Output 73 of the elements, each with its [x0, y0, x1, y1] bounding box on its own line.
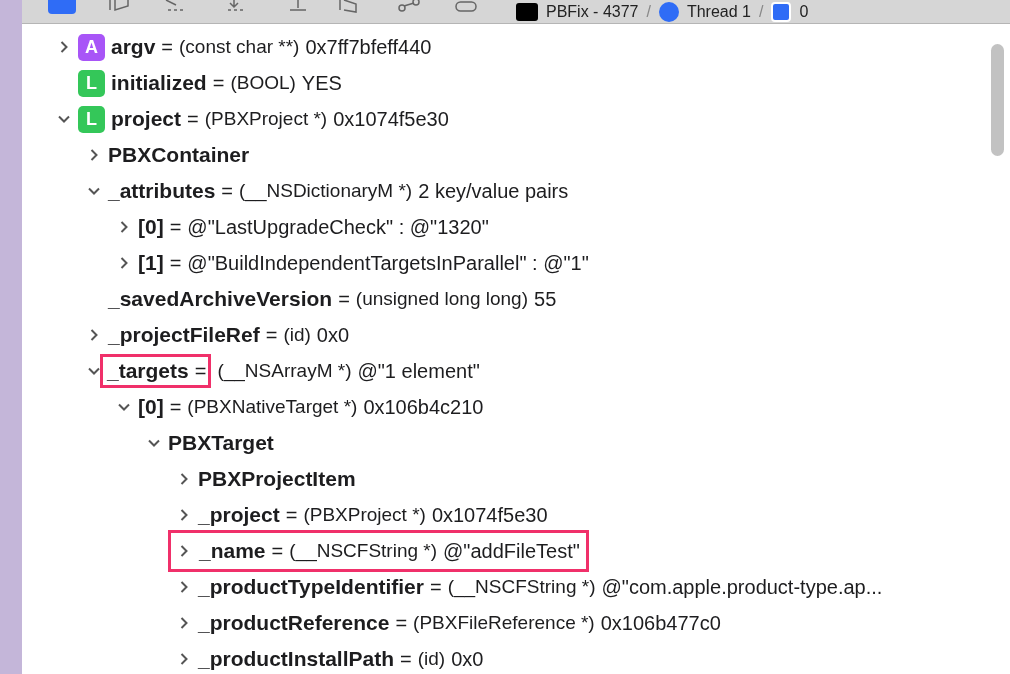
- variable-name: _projectFileRef: [108, 322, 260, 349]
- variable-name: project: [111, 106, 181, 133]
- frame-number[interactable]: 0: [799, 1, 809, 22]
- equals-sign: =: [265, 323, 278, 348]
- variable-name: [1]: [138, 250, 164, 277]
- scheme-icon: [516, 2, 538, 21]
- variable-name: PBXProjectItem: [198, 466, 356, 493]
- frame-icon: [771, 1, 792, 22]
- variable-name: _productTypeIdentifier: [198, 574, 424, 601]
- variable-kind-badge: L: [78, 69, 105, 97]
- equals-sign: =: [194, 359, 207, 384]
- equals-sign: =: [212, 71, 225, 96]
- variable-name: _productInstallPath: [198, 646, 395, 673]
- variable-value: 0x0: [316, 323, 350, 348]
- variable-kind-badge: L: [78, 105, 105, 133]
- scrollbar-thumb[interactable]: [990, 44, 1004, 156]
- variable-type: (PBXFileReference *): [413, 610, 595, 635]
- variable-value: YES: [301, 71, 342, 96]
- thread-name[interactable]: Thread 1: [686, 1, 751, 22]
- variable-value: @"BuildIndependentTargetsInParallel" : @"1": [187, 251, 589, 276]
- equals-sign: =: [395, 611, 408, 636]
- variable-name: PBXTarget: [168, 430, 274, 457]
- path-separator: /: [646, 1, 651, 22]
- variable-type: (BOOL): [230, 70, 296, 95]
- variable-type: (__NSCFString *): [447, 574, 596, 600]
- equals-sign: =: [271, 539, 284, 564]
- variable-type: (__NSCFString *): [289, 538, 438, 564]
- equals-sign: =: [187, 107, 199, 132]
- variable-name: initialized: [111, 70, 207, 97]
- thread-icon: [658, 1, 679, 22]
- variable-name: [0]: [138, 394, 164, 421]
- equals-sign: =: [285, 503, 298, 528]
- variable-value: 2 key/value pairs: [418, 179, 569, 204]
- variable-value: @"1 element": [357, 359, 480, 384]
- variable-value: 0x1074f5e30: [431, 503, 548, 528]
- variable-value: 0x7ff7bfeff440: [305, 35, 432, 60]
- process-name[interactable]: PBFix - 4377: [546, 1, 639, 22]
- variable-type: (__NSDictionaryM *): [239, 178, 413, 204]
- equals-sign: =: [161, 35, 174, 60]
- variable-type: (id): [417, 646, 446, 671]
- variable-name: argv: [111, 34, 156, 61]
- equals-sign: =: [400, 647, 412, 672]
- equals-sign: =: [169, 395, 182, 420]
- variable-name: _productReference: [198, 610, 390, 637]
- equals-sign: =: [338, 287, 350, 312]
- variable-value: 0x106b477c0: [600, 611, 721, 636]
- variable-name: [0]: [138, 214, 164, 241]
- variable-kind-badge: A: [78, 33, 105, 61]
- path-separator: /: [759, 1, 764, 22]
- variable-name: _name: [199, 538, 266, 565]
- variable-name: _savedArchiveVersion: [108, 286, 333, 313]
- variable-type: (__NSArrayM *): [217, 358, 352, 384]
- variable-value: 55: [534, 287, 557, 312]
- variable-value: 0x1074f5e30: [333, 107, 449, 132]
- variable-value: @"com.apple.product-type.ap...: [601, 575, 883, 600]
- variable-name: _attributes: [108, 178, 216, 205]
- variable-name: _project: [198, 502, 280, 529]
- variable-value: @"addFileTest": [443, 539, 580, 564]
- equals-sign: =: [169, 251, 182, 276]
- variable-type: (PBXNativeTarget *): [187, 394, 358, 419]
- variable-name: _targets: [107, 358, 189, 385]
- variable-name: PBXContainer: [108, 142, 250, 169]
- variable-value: @"LastUpgradeCheck" : @"1320": [187, 215, 489, 240]
- equals-sign: =: [221, 179, 234, 204]
- variable-type: (PBXProject *): [303, 502, 426, 527]
- variable-value: 0x106b4c210: [363, 395, 484, 420]
- variable-type: (id): [283, 322, 311, 347]
- variable-value: 0x0: [451, 647, 484, 672]
- variable-type: (unsigned long long): [355, 286, 528, 311]
- variable-type: (const char **): [179, 34, 300, 59]
- equals-sign: =: [169, 215, 182, 240]
- equals-sign: =: [429, 575, 442, 600]
- variable-type: (PBXProject *): [204, 106, 328, 131]
